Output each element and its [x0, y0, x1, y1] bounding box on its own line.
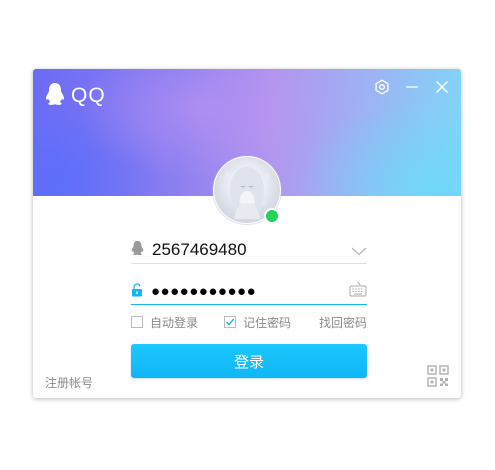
- qr-code-icon[interactable]: [427, 365, 449, 387]
- register-account-link[interactable]: 注册帐号: [45, 374, 93, 391]
- login-window: QQ 2567469480 ●●●●●●●●●●● 自动登录 记住密码 找回密码…: [33, 69, 461, 398]
- penguin-icon: [45, 82, 65, 110]
- window-controls: [363, 77, 453, 97]
- login-button[interactable]: 登录: [131, 344, 367, 378]
- close-icon[interactable]: [431, 77, 453, 97]
- minimize-icon[interactable]: [401, 77, 423, 97]
- qq-user-icon: [131, 240, 144, 260]
- auto-login-label: 自动登录: [150, 315, 199, 330]
- chevron-down-icon[interactable]: [351, 241, 367, 260]
- settings-icon[interactable]: [371, 77, 393, 97]
- checkmark-icon[interactable]: [224, 316, 237, 328]
- account-field[interactable]: 2567469480: [131, 237, 367, 264]
- auto-login-box[interactable]: [131, 316, 143, 328]
- forgot-password-link[interactable]: 找回密码: [319, 314, 367, 331]
- auto-login-checkbox[interactable]: 自动登录: [131, 314, 198, 331]
- account-input[interactable]: 2567469480: [152, 240, 351, 260]
- lock-icon: [131, 282, 143, 301]
- remember-password-label: 记住密码: [243, 315, 292, 330]
- online-status-indicator: [264, 208, 280, 224]
- password-field[interactable]: ●●●●●●●●●●●: [131, 278, 367, 305]
- qq-logo: QQ: [45, 82, 106, 110]
- app-title: QQ: [71, 84, 106, 107]
- password-input[interactable]: ●●●●●●●●●●●: [151, 283, 349, 300]
- keyboard-icon[interactable]: [349, 281, 367, 301]
- remember-password-checkbox[interactable]: 记住密码: [224, 314, 291, 331]
- login-options: 自动登录 记住密码 找回密码: [131, 314, 367, 330]
